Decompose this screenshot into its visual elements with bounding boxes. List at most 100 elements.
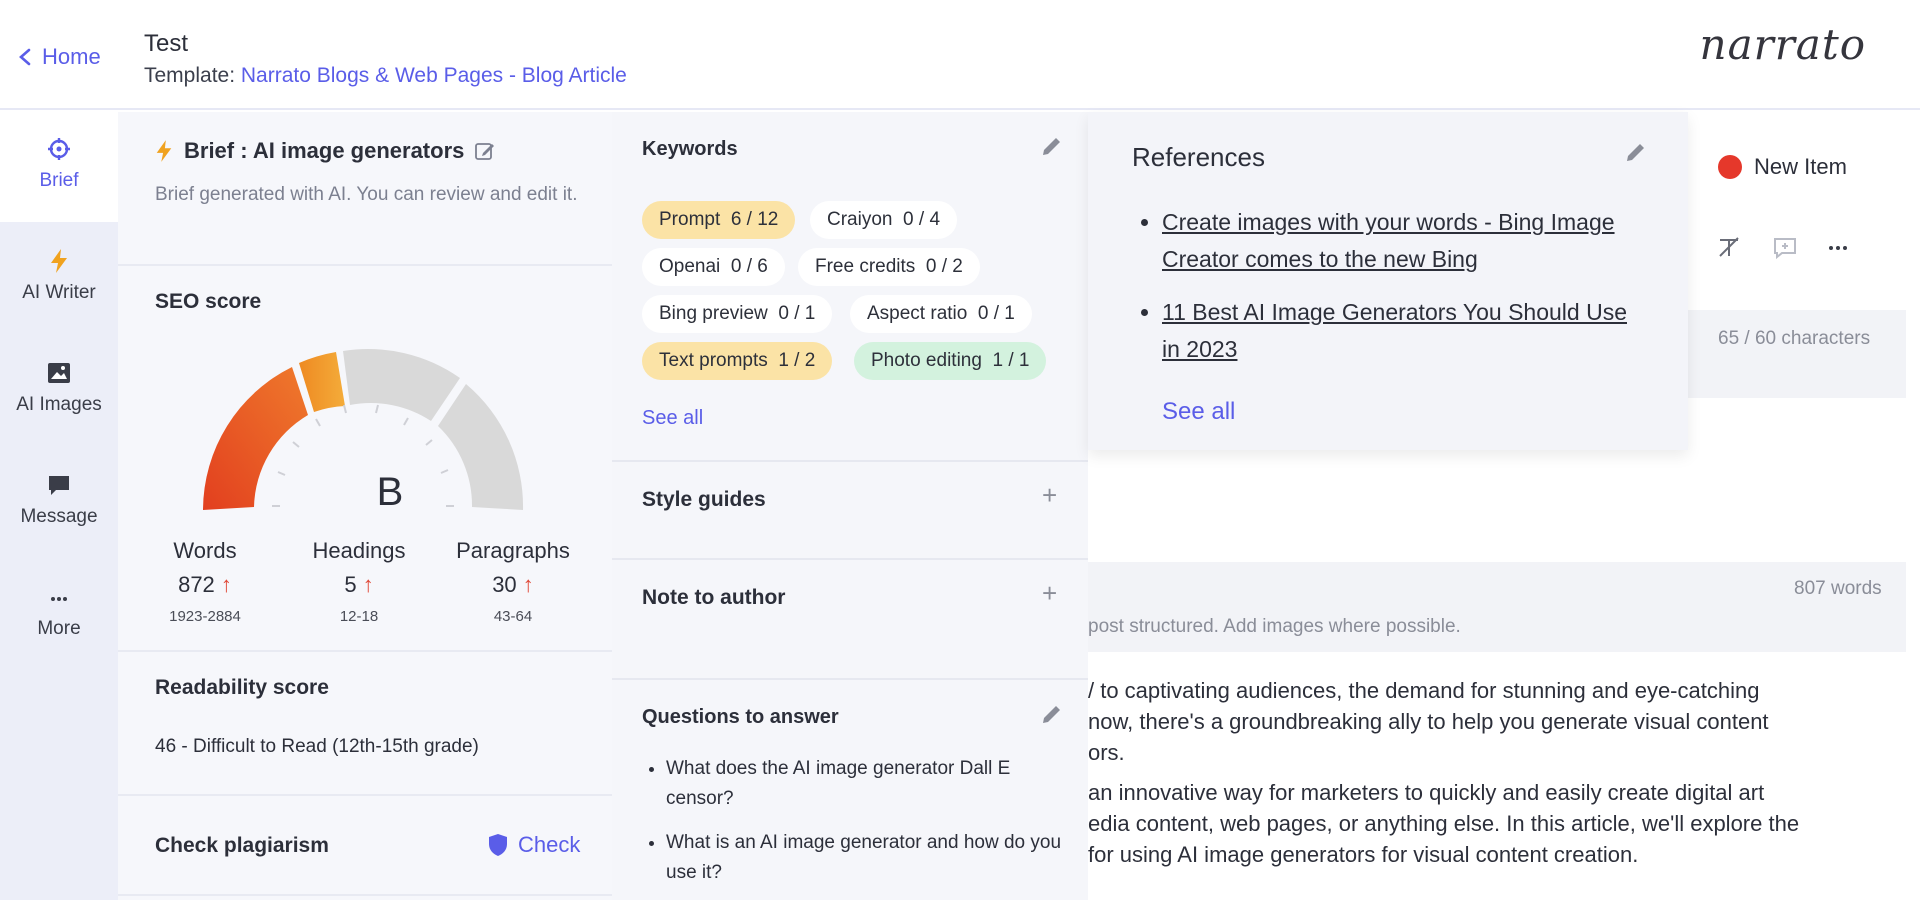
editor-toolbar bbox=[1716, 236, 1850, 260]
keywords-title: Keywords bbox=[642, 138, 738, 160]
reference-link[interactable]: Create images with your words - Bing Ima… bbox=[1162, 204, 1632, 278]
keyword-chip[interactable]: Craiyon 0 / 4 bbox=[810, 201, 958, 239]
readability-title: Readability score bbox=[155, 676, 329, 699]
new-item-label: New Item bbox=[1754, 154, 1847, 179]
references-list: Create images with your words - Bing Ima… bbox=[1162, 204, 1632, 384]
stat-paragraphs: Paragraphs 30 ↑ 43-64 bbox=[438, 538, 588, 625]
divider bbox=[612, 558, 1088, 560]
rail-item-message[interactable]: Message bbox=[0, 472, 118, 528]
stat-range: 12-18 bbox=[339, 608, 379, 625]
lightning-icon bbox=[51, 249, 67, 273]
pencil-icon[interactable] bbox=[1040, 134, 1064, 158]
question-item: What is an AI image generator and how do… bbox=[666, 828, 1066, 888]
pencil-icon[interactable] bbox=[1624, 140, 1648, 164]
keyword-chip[interactable]: Photo editing 1 / 1 bbox=[854, 342, 1047, 380]
divider bbox=[118, 650, 612, 652]
new-item-status[interactable]: New Item bbox=[1718, 154, 1847, 180]
questions-title: Questions to answer bbox=[642, 706, 839, 728]
home-link[interactable]: Home bbox=[18, 44, 101, 70]
document-title[interactable]: Test bbox=[144, 30, 188, 58]
readability-value: 46 - Difficult to Read (12th-15th grade) bbox=[155, 736, 479, 757]
stat-headings: Headings 5 ↑ 12-18 bbox=[294, 538, 424, 625]
rail-label: AI Images bbox=[16, 394, 102, 415]
divider bbox=[118, 894, 612, 896]
keyword-chip[interactable]: Prompt 6 / 12 bbox=[642, 201, 796, 239]
status-dot-icon bbox=[1718, 155, 1742, 179]
char-count: 65 / 60 characters bbox=[1718, 328, 1871, 349]
stat-label: Paragraphs bbox=[456, 538, 570, 563]
stat-value: 872 bbox=[178, 572, 215, 597]
seo-score-title: SEO score bbox=[155, 290, 262, 313]
rail-item-ai-images[interactable]: AI Images bbox=[0, 360, 118, 416]
shield-icon bbox=[489, 834, 507, 856]
rail-label: More bbox=[37, 618, 81, 639]
keyword-chip[interactable]: Bing preview 0 / 1 bbox=[642, 295, 833, 333]
stat-label: Words bbox=[173, 538, 237, 563]
brief-subtitle: Brief generated with AI. You can review … bbox=[155, 184, 578, 205]
rail-item-more[interactable]: More bbox=[0, 584, 118, 640]
edit-icon[interactable] bbox=[474, 140, 496, 162]
divider bbox=[612, 678, 1088, 680]
brief-panel: Brief : AI image generators Brief genera… bbox=[118, 112, 612, 900]
reference-link[interactable]: 11 Best AI Image Generators You Should U… bbox=[1162, 294, 1632, 368]
add-note-icon[interactable]: + bbox=[1042, 578, 1057, 609]
keyword-chip[interactable]: Free credits 0 / 2 bbox=[798, 248, 980, 286]
check-plagiarism-button[interactable]: Check bbox=[488, 832, 580, 858]
rail-label: AI Writer bbox=[22, 282, 96, 303]
chat-icon bbox=[49, 476, 69, 495]
narrato-logo[interactable]: narrato bbox=[1700, 20, 1866, 69]
rail-label: Message bbox=[20, 506, 98, 527]
more-options-icon[interactable] bbox=[1826, 236, 1850, 260]
clear-format-icon[interactable] bbox=[1716, 236, 1744, 260]
arrow-up-icon: ↑ bbox=[362, 572, 374, 597]
chevron-left-icon bbox=[19, 48, 31, 66]
stat-value: 5 bbox=[344, 572, 357, 597]
keywords-see-all-link[interactable]: See all bbox=[642, 407, 703, 430]
brief-heading: Brief : AI image generators bbox=[154, 138, 496, 164]
paragraph-line[interactable]: an innovative way for marketers to quick… bbox=[1088, 780, 1764, 806]
left-rail: Brief AI Writer AI Images Message More bbox=[0, 112, 118, 900]
rail-item-ai-writer[interactable]: AI Writer bbox=[0, 248, 118, 304]
divider bbox=[118, 794, 612, 796]
pencil-icon[interactable] bbox=[1040, 702, 1064, 726]
rail-label: Brief bbox=[39, 170, 79, 191]
stat-value: 30 bbox=[492, 572, 517, 597]
paragraph-line[interactable]: now, there's a groundbreaking ally to he… bbox=[1088, 709, 1769, 735]
style-guides-title: Style guides bbox=[642, 488, 766, 511]
paragraph-line[interactable]: ors. bbox=[1088, 740, 1125, 766]
questions-list: What does the AI image generator Dall E … bbox=[666, 754, 1066, 902]
word-count: 807 words bbox=[1794, 578, 1882, 599]
add-comment-icon[interactable] bbox=[1772, 236, 1798, 260]
more-dots-icon bbox=[51, 597, 67, 601]
keyword-chip[interactable]: Aspect ratio 0 / 1 bbox=[850, 295, 1032, 333]
paragraph-line[interactable]: for using AI image generators for visual… bbox=[1088, 842, 1638, 868]
references-see-all-link[interactable]: See all bbox=[1162, 398, 1235, 426]
divider bbox=[118, 264, 612, 266]
top-header: Home Test Template: Narrato Blogs & Web … bbox=[0, 0, 1920, 110]
stat-range: 43-64 bbox=[493, 608, 533, 625]
brief-title: Brief : AI image generators bbox=[184, 138, 465, 163]
keyword-chip[interactable]: Openai 0 / 6 bbox=[642, 248, 785, 286]
references-title: References bbox=[1132, 142, 1265, 172]
instructions-bar bbox=[1088, 562, 1906, 652]
stat-words: Words 872 ↑ 1923-2884 bbox=[140, 538, 270, 625]
lightning-icon bbox=[156, 140, 172, 162]
rail-item-brief[interactable]: Brief bbox=[0, 112, 118, 222]
paragraph-line[interactable]: edia content, web pages, or anything els… bbox=[1088, 811, 1799, 837]
question-item: What does the AI image generator Dall E … bbox=[666, 754, 1066, 814]
note-to-author-title: Note to author bbox=[642, 586, 786, 609]
template-prefix: Template: bbox=[144, 64, 241, 87]
arrow-up-icon: ↑ bbox=[220, 572, 232, 597]
image-icon bbox=[48, 363, 70, 383]
add-style-guide-icon[interactable]: + bbox=[1042, 480, 1057, 511]
paragraph-line[interactable]: / to captivating audiences, the demand f… bbox=[1088, 678, 1759, 704]
template-link[interactable]: Narrato Blogs & Web Pages - Blog Article bbox=[241, 64, 627, 87]
seo-grade: B bbox=[376, 470, 404, 514]
writing-hint: post structured. Add images where possib… bbox=[1088, 616, 1461, 637]
keyword-chip[interactable]: Text prompts 1 / 2 bbox=[642, 342, 833, 380]
template-line: Template: Narrato Blogs & Web Pages - Bl… bbox=[144, 64, 627, 88]
stat-label: Headings bbox=[312, 538, 406, 563]
brief-details-panel: Keywords Prompt 6 / 12 Craiyon 0 / 4 Ope… bbox=[612, 112, 1088, 900]
crosshair-icon bbox=[48, 138, 70, 160]
references-panel: References Create images with your words… bbox=[1088, 112, 1688, 450]
